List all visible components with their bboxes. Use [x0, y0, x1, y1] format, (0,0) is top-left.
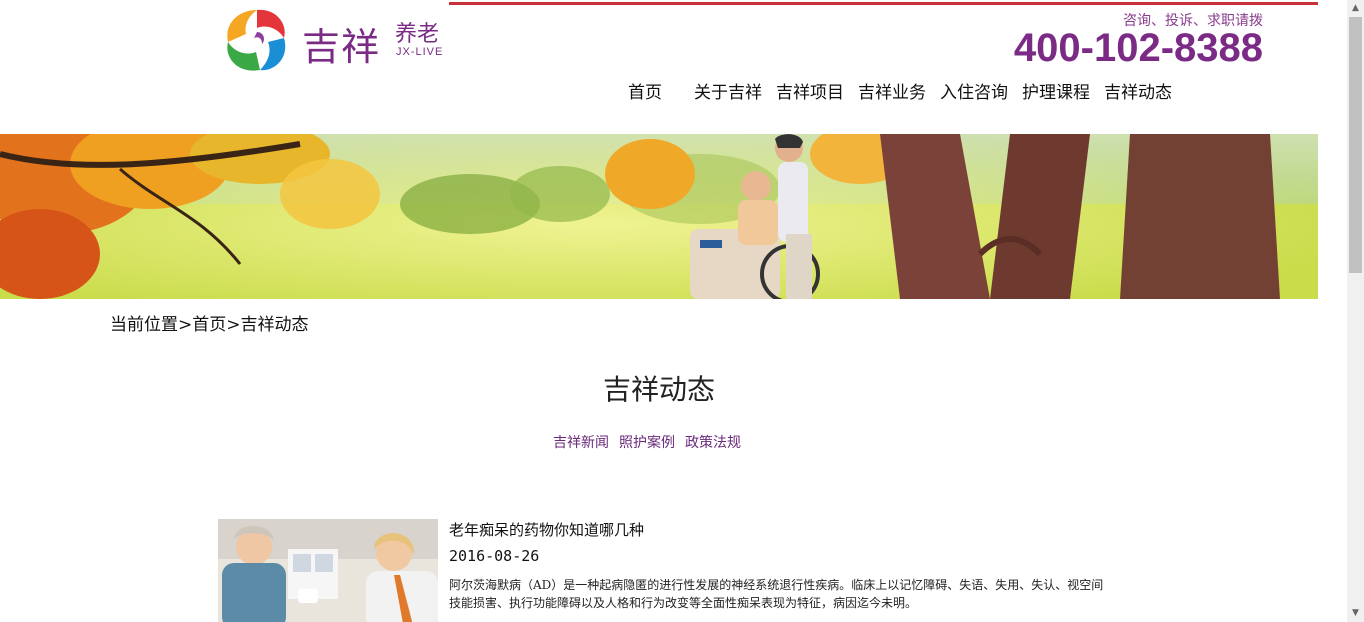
brand-name: 吉祥 [302, 25, 381, 69]
tab-news[interactable]: 吉祥新闻 [553, 432, 609, 452]
article-thumbnail[interactable] [218, 519, 438, 622]
article-thumbnail-image [218, 519, 438, 622]
main-nav: 首页 关于吉祥 吉祥项目 吉祥业务 入住咨询 护理课程 吉祥动态 [628, 78, 1186, 103]
scroll-down-arrow-icon[interactable]: ▼ [1347, 605, 1364, 622]
brand-english: JX-LIVE [396, 46, 444, 58]
article-excerpt: 阿尔茨海默病（AD）是一种起病隐匿的进行性发展的神经系统退行性疾病。临床上以记忆… [449, 578, 1104, 610]
brand-tagline: 养老 [395, 22, 440, 47]
article-date: 2016-08-26 [449, 547, 540, 565]
nav-item-courses[interactable]: 护理课程 [1022, 78, 1090, 103]
scrollbar-thumb[interactable] [1349, 17, 1362, 273]
banner-image [0, 134, 1318, 299]
scroll-up-arrow-icon[interactable]: ▲ [1347, 0, 1364, 17]
section-tabs: 吉祥新闻 照护案例 政策法规 [553, 432, 751, 452]
breadcrumb: 当前位置>首页>吉祥动态 [110, 315, 309, 335]
nav-item-business[interactable]: 吉祥业务 [858, 78, 926, 103]
nav-item-projects[interactable]: 吉祥项目 [776, 78, 844, 103]
nav-item-about[interactable]: 关于吉祥 [694, 78, 762, 103]
tab-care-cases[interactable]: 照护案例 [619, 432, 675, 452]
site-logo[interactable]: 吉祥 养老 JX-LIVE [218, 2, 450, 80]
nav-item-news[interactable]: 吉祥动态 [1104, 78, 1172, 103]
page: 吉祥 养老 JX-LIVE 咨询、投诉、求职请拨 400-102-8388 首页… [0, 0, 1347, 622]
nav-item-home[interactable]: 首页 [628, 78, 662, 103]
hotline-number[interactable]: 400-102-8388 [1014, 26, 1263, 71]
nav-item-admission[interactable]: 入住咨询 [940, 78, 1008, 103]
vertical-scrollbar[interactable]: ▲ ▼ [1347, 0, 1364, 622]
hero-banner [0, 134, 1318, 299]
page-title: 吉祥动态 [602, 373, 715, 406]
logo-swirl-icon [223, 6, 291, 74]
tab-policies[interactable]: 政策法规 [685, 432, 741, 452]
top-accent-line [449, 2, 1318, 5]
article-title[interactable]: 老年痴呆的药物你知道哪几种 [449, 519, 644, 540]
